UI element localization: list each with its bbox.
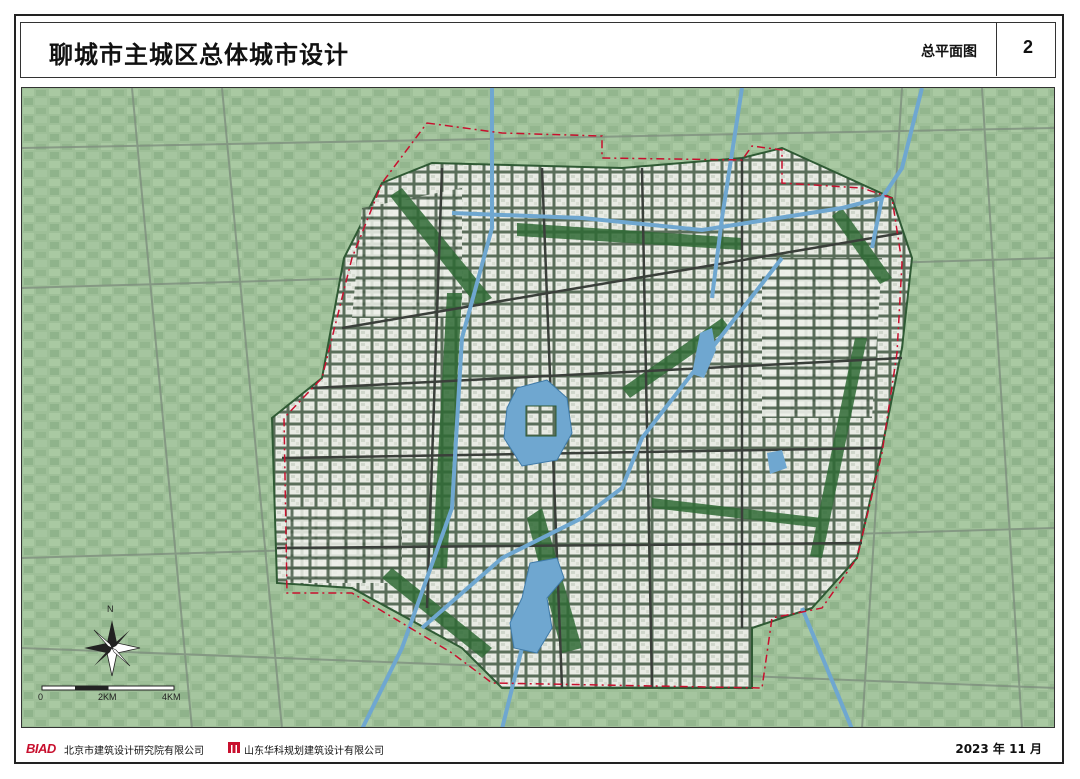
old-town-island <box>525 405 557 437</box>
sheet-name: 总平面图 <box>921 44 977 60</box>
drawing-title: 聊城市主城区总体城市设计 <box>49 41 349 69</box>
title-divider <box>995 23 997 76</box>
footer: BIAD 北京市建筑设计研究院有限公司 山东华科规划建筑设计有限公司 2023 … <box>20 733 1056 763</box>
scale-label-4km: 4KM <box>162 692 181 702</box>
title-block: 聊城市主城区总体城市设计 总平面图 2 <box>20 22 1056 78</box>
biad-logo: BIAD <box>26 741 56 756</box>
sheet-number: 2 <box>1022 37 1033 57</box>
drawing-date: 2023 年 11 月 <box>955 742 1042 756</box>
scale-label-2km: 2KM <box>98 692 117 702</box>
company-name-1: 北京市建筑设计研究院有限公司 <box>64 746 204 757</box>
huake-logo-icon <box>228 742 240 753</box>
north-label: N <box>107 604 114 614</box>
master-plan-map: N 0 2KM 4KM <box>21 87 1055 728</box>
southwest-district <box>287 508 402 583</box>
scale-label-0: 0 <box>38 692 43 702</box>
company-name-2: 山东华科规划建筑设计有限公司 <box>244 746 384 757</box>
